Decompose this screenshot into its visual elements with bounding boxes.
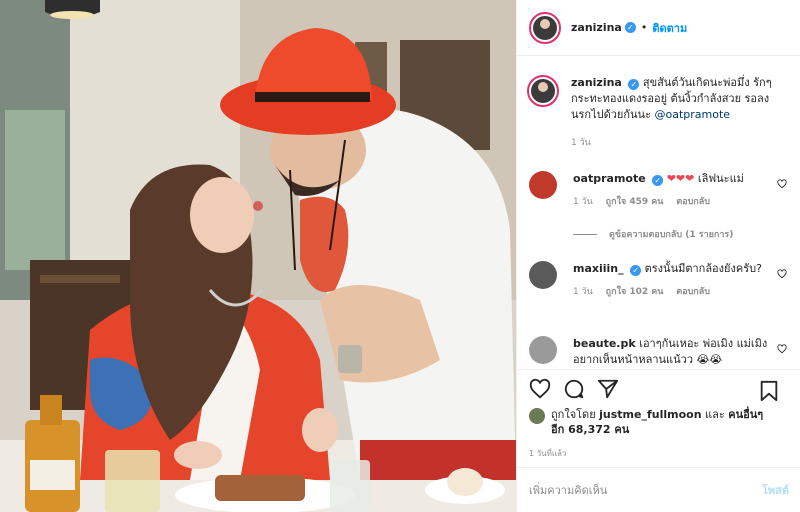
commenter-avatar[interactable]	[529, 261, 557, 289]
commenter-avatar[interactable]	[529, 336, 557, 364]
author-username[interactable]: zanizina	[571, 21, 622, 34]
separator-dot: •	[640, 21, 648, 34]
comment-username[interactable]: beaute.pk	[573, 337, 636, 350]
post-sidebar: zanizina ✓ • ติดตาม zanizina ✓ สุขสันต์ว…	[516, 0, 800, 512]
comment-meta: 1 วัน ถูกใจ 102 คน ตอบกลับ	[573, 286, 773, 298]
verified-badge-icon: ✓	[624, 22, 636, 33]
caption-time[interactable]: 1 วัน	[571, 138, 591, 148]
post-photo-illustration	[0, 0, 516, 512]
heart-icon[interactable]	[529, 378, 551, 400]
comment-time[interactable]: 1 วัน	[573, 197, 593, 207]
comment-time[interactable]: 1 วัน	[573, 287, 593, 297]
comment-text: เลิฟนะแม่	[697, 172, 744, 185]
comment-like-heart-icon[interactable]	[777, 269, 787, 279]
liker-username[interactable]: justme_fullmoon	[599, 408, 701, 421]
liker-avatar[interactable]	[529, 408, 545, 424]
paper-plane-icon[interactable]	[597, 378, 619, 400]
caption-username[interactable]: zanizina	[571, 76, 622, 89]
caption-avatar[interactable]	[527, 75, 559, 107]
view-replies-link[interactable]: ดูข้อความตอบกลับ (1 รายการ)	[573, 227, 733, 241]
caption: zanizina ✓ สุขสันต์วันเกิดนะพ่อมึ่ง รักๆ…	[527, 75, 791, 149]
post-timestamp[interactable]: 1 วันที่แล้ว	[529, 447, 566, 460]
comment-item: beaute.pk เอาๆกันเหอะ พ่อเมิง แม่เมิง อย…	[529, 336, 791, 368]
commenter-avatar[interactable]	[529, 171, 557, 199]
caption-meta: 1 วัน	[571, 137, 776, 149]
reply-button[interactable]: ตอบกลับ	[676, 197, 710, 207]
comment-body: beaute.pk เอาๆกันเหอะ พ่อเมิง แม่เมิง อย…	[573, 336, 773, 368]
view-replies-label: ดูข้อความตอบกลับ (1 รายการ)	[609, 230, 734, 240]
verified-badge-icon: ✓	[652, 175, 664, 186]
verified-badge-icon: ✓	[630, 265, 642, 276]
bookmark-icon[interactable]	[759, 380, 779, 402]
comment-item: oatpramote ✓ ❤❤❤ เลิฟนะแม่ 1 วัน ถูกใจ 4…	[529, 171, 791, 208]
caption-mention[interactable]: @oatpramote	[654, 108, 730, 121]
comment-bubble-icon[interactable]	[563, 378, 585, 400]
comments-section[interactable]: zanizina ✓ สุขสันต์วันเกิดนะพ่อมึ่ง รักๆ…	[517, 57, 800, 369]
comment-likes[interactable]: ถูกใจ 459 คน	[606, 197, 664, 207]
likes-summary: ถูกใจโดย justme_fullmoon และ คนอื่นๆ อีก…	[529, 407, 791, 437]
comment-username[interactable]: maxiiin_	[573, 262, 624, 275]
heart-emoji-icon: ❤❤❤	[666, 172, 695, 185]
comment-like-heart-icon[interactable]	[777, 179, 787, 189]
post-header: zanizina ✓ • ติดตาม	[517, 0, 800, 56]
likes-text: ถูกใจโดย justme_fullmoon และ คนอื่นๆ อีก…	[551, 407, 771, 437]
add-comment-bar: เพิ่มความคิดเห็น โพสต์	[517, 467, 800, 512]
replies-line	[573, 233, 597, 235]
follow-button[interactable]: ติดตาม	[652, 19, 687, 37]
comment-likes[interactable]: ถูกใจ 102 คน	[606, 287, 664, 297]
verified-badge-icon: ✓	[628, 79, 640, 90]
likes-and: และ	[705, 408, 725, 421]
post-button[interactable]: โพสต์	[762, 481, 789, 499]
comment-input[interactable]: เพิ่มความคิดเห็น	[529, 481, 762, 499]
caption-body: zanizina ✓ สุขสันต์วันเกิดนะพ่อมึ่ง รักๆ…	[571, 75, 776, 149]
comment-username[interactable]: oatpramote	[573, 172, 646, 185]
comment-body: maxiiin_ ✓ ตรงนั้นมีตากล้องยังครับ? 1 วั…	[573, 261, 773, 298]
comment-text: ตรงนั้นมีตากล้องยังครับ?	[644, 262, 762, 275]
author-avatar[interactable]	[529, 11, 561, 44]
post-photo[interactable]	[0, 0, 516, 512]
comment-body: oatpramote ✓ ❤❤❤ เลิฟนะแม่ 1 วัน ถูกใจ 4…	[573, 171, 773, 208]
reply-button[interactable]: ตอบกลับ	[676, 287, 710, 297]
action-bar	[517, 369, 800, 407]
comment-meta: 1 วัน ถูกใจ 459 คน ตอบกลับ	[573, 196, 773, 208]
likes-prefix: ถูกใจโดย	[551, 408, 596, 421]
comment-item: maxiiin_ ✓ ตรงนั้นมีตากล้องยังครับ? 1 วั…	[529, 261, 791, 298]
comment-like-heart-icon[interactable]	[777, 344, 787, 354]
